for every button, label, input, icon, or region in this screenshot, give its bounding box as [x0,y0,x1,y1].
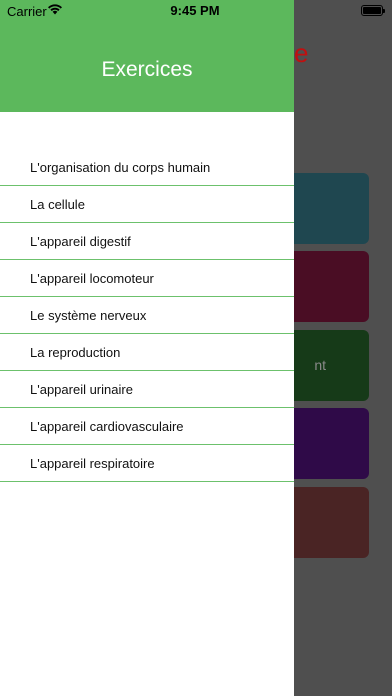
menu-item-respiratoire[interactable]: L'appareil respiratoire [0,445,294,482]
menu-item-locomoteur[interactable]: L'appareil locomoteur [0,260,294,297]
menu-item-label: L'appareil cardiovasculaire [30,418,184,434]
menu-item-label: Le système nerveux [30,307,147,323]
menu-item-cardiovasculaire[interactable]: L'appareil cardiovasculaire [0,408,294,445]
menu-item-label: La reproduction [30,344,121,360]
app-screen: e nt Carrier 9:45 PM Exercices L'organis… [0,0,392,696]
background-card-label: nt [314,357,326,373]
menu-item-organisation[interactable]: L'organisation du corps humain [0,149,294,186]
battery-icon [361,5,385,16]
menu-item-nerveux[interactable]: Le système nerveux [0,297,294,334]
menu-item-urinaire[interactable]: L'appareil urinaire [0,371,294,408]
menu-item-label: L'appareil locomoteur [30,270,154,286]
menu-item-reproduction[interactable]: La reproduction [0,334,294,371]
menu-item-cellule[interactable]: La cellule [0,186,294,223]
drawer-title: Exercices [101,58,193,81]
menu-item-digestif[interactable]: L'appareil digestif [0,223,294,260]
background-title: e [294,38,309,68]
menu-item-label: L'appareil urinaire [30,381,133,397]
side-drawer: Exercices L'organisation du corps humain… [0,0,294,696]
menu-item-label: La cellule [30,196,85,212]
status-bar: Carrier 9:45 PM [0,0,392,22]
status-time: 9:45 PM [170,3,220,18]
menu-item-label: L'organisation du corps humain [30,159,211,175]
menu-item-label: L'appareil digestif [30,233,131,249]
menu-item-label: L'appareil respiratoire [30,455,155,471]
menu-list: L'organisation du corps humain La cellul… [0,149,294,482]
